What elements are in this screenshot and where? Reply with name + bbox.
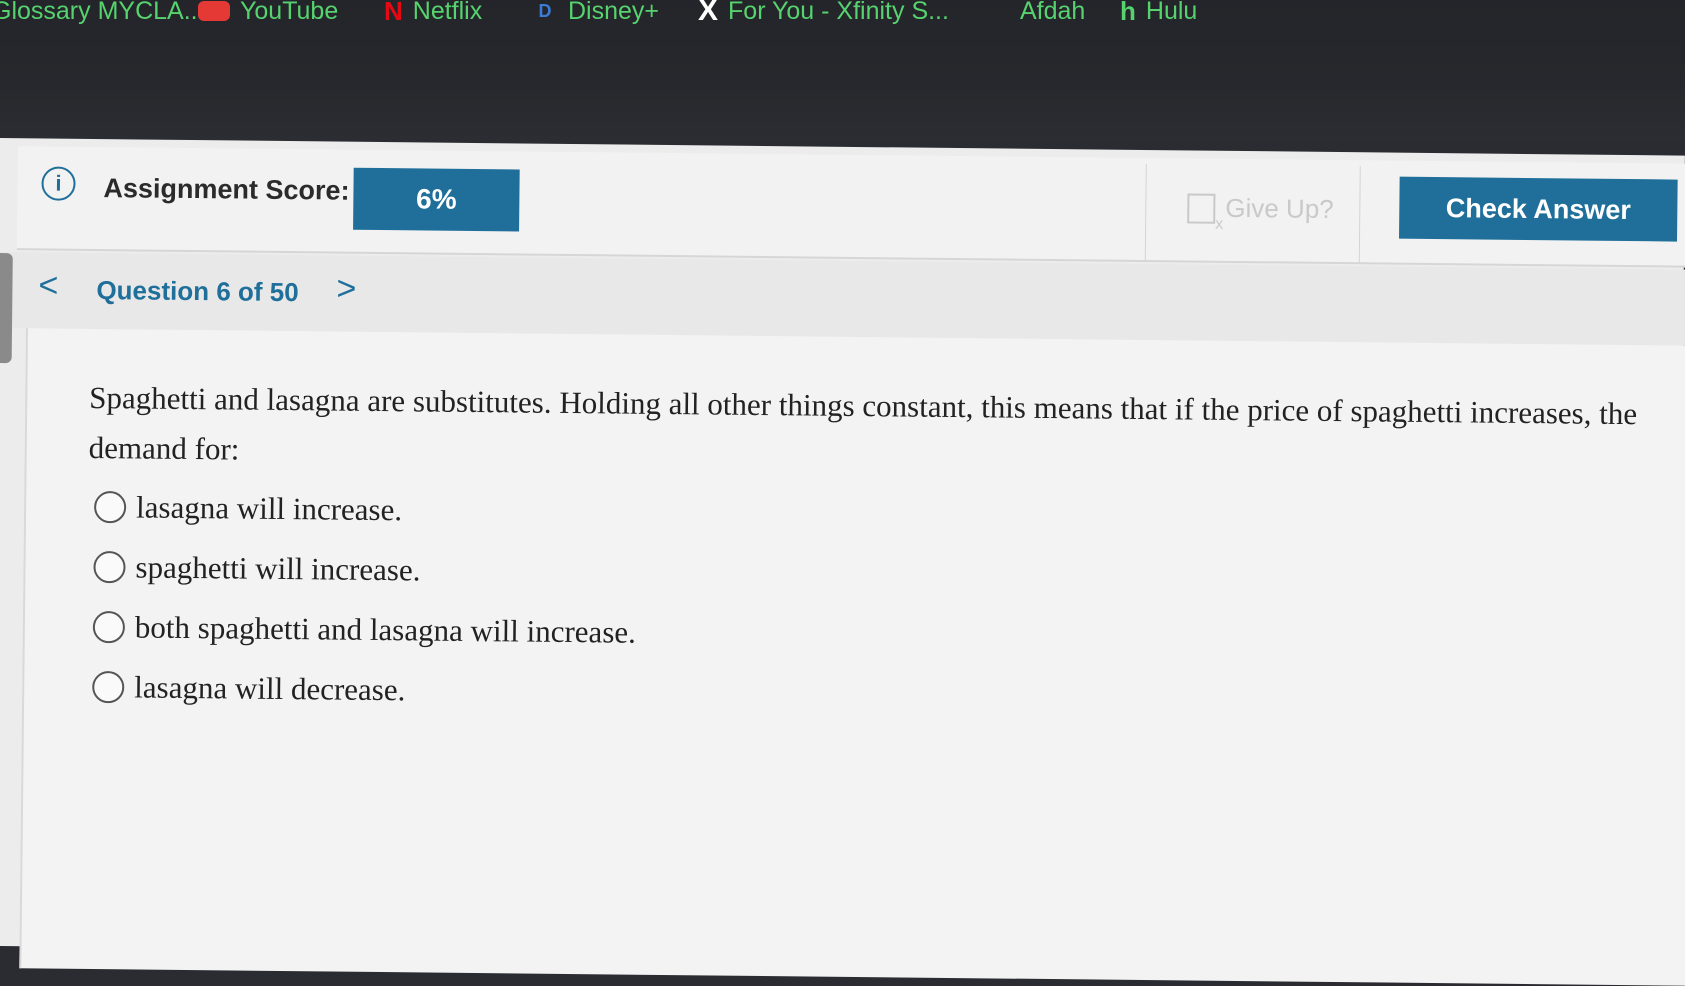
info-icon[interactable]: i [41, 166, 76, 201]
answer-option-4[interactable]: lasagna will decrease. [92, 657, 636, 723]
netflix-icon: N [384, 0, 403, 26]
bookmark-disney[interactable]: D Disney+ [532, 0, 660, 34]
bookmark-label: YouTube [240, 0, 339, 25]
assignment-page: i Assignment Score: 6% Give Up? Check An… [0, 138, 1685, 986]
bookmark-label: Netflix [412, 0, 483, 25]
radio-button[interactable] [92, 670, 125, 704]
answer-option-1[interactable]: lasagna will increase. [93, 477, 638, 543]
give-up-button[interactable]: Give Up? [1187, 192, 1334, 225]
radio-button[interactable] [93, 491, 127, 524]
question-text: Spaghetti and lasagna are substitutes. H… [88, 379, 1638, 467]
scrollbar-handle[interactable] [0, 252, 13, 364]
assignment-header: i Assignment Score: 6% Give Up? Check An… [16, 146, 1685, 268]
check-answer-button[interactable]: Check Answer [1399, 176, 1678, 242]
bookmarks-bar: Glossary MYCLA... YouTube N Netflix D Di… [0, 0, 1685, 140]
give-up-icon [1187, 192, 1216, 224]
next-question-icon[interactable]: > [336, 270, 356, 308]
bookmark-glossary[interactable]: Glossary MYCLA... [0, 0, 205, 34]
question-card: Spaghetti and lasagna are substitutes. H… [19, 328, 1685, 986]
bookmark-afdah[interactable]: Afdah [1020, 0, 1085, 34]
youtube-icon [198, 1, 230, 21]
hulu-icon: h [1120, 0, 1136, 26]
question-counter[interactable]: Question 6 of 50 [96, 275, 299, 308]
assignment-score-label: Assignment Score: [103, 173, 350, 206]
bookmark-label: For You - Xfinity S... [728, 0, 949, 25]
xfinity-icon: X [698, 0, 719, 27]
bookmark-label: Afdah [1020, 0, 1086, 25]
bookmark-label: Hulu [1145, 0, 1198, 25]
bookmark-youtube[interactable]: YouTube [198, 0, 338, 34]
answer-option-3[interactable]: both spaghetti and lasagna will increase… [92, 597, 637, 663]
answer-option-text: spaghetti will increase. [135, 549, 421, 588]
answer-option-text: lasagna will decrease. [134, 669, 406, 708]
bookmark-label: Glossary MYCLA... [0, 0, 205, 25]
bookmark-netflix[interactable]: N Netflix [384, 0, 482, 34]
give-up-label: Give Up? [1225, 192, 1334, 224]
bookmark-label: Disney+ [568, 0, 660, 25]
previous-question-icon[interactable]: < [38, 266, 58, 304]
answer-option-text: both spaghetti and lasagna will increase… [134, 609, 637, 650]
answer-option-text: lasagna will increase. [135, 489, 403, 528]
answer-option-2[interactable]: spaghetti will increase. [93, 537, 637, 603]
radio-button[interactable] [93, 551, 126, 584]
header-divider [1358, 166, 1361, 263]
radio-button[interactable] [92, 611, 126, 644]
bookmark-hulu[interactable]: h Hulu [1120, 0, 1197, 34]
header-divider [1144, 163, 1147, 261]
bookmark-xfinity[interactable]: X For You - Xfinity S... [698, 0, 949, 34]
answer-options: lasagna will increase. spaghetti will in… [92, 477, 637, 723]
disney-icon: D [538, 1, 552, 21]
assignment-score-value: 6% [353, 167, 520, 232]
